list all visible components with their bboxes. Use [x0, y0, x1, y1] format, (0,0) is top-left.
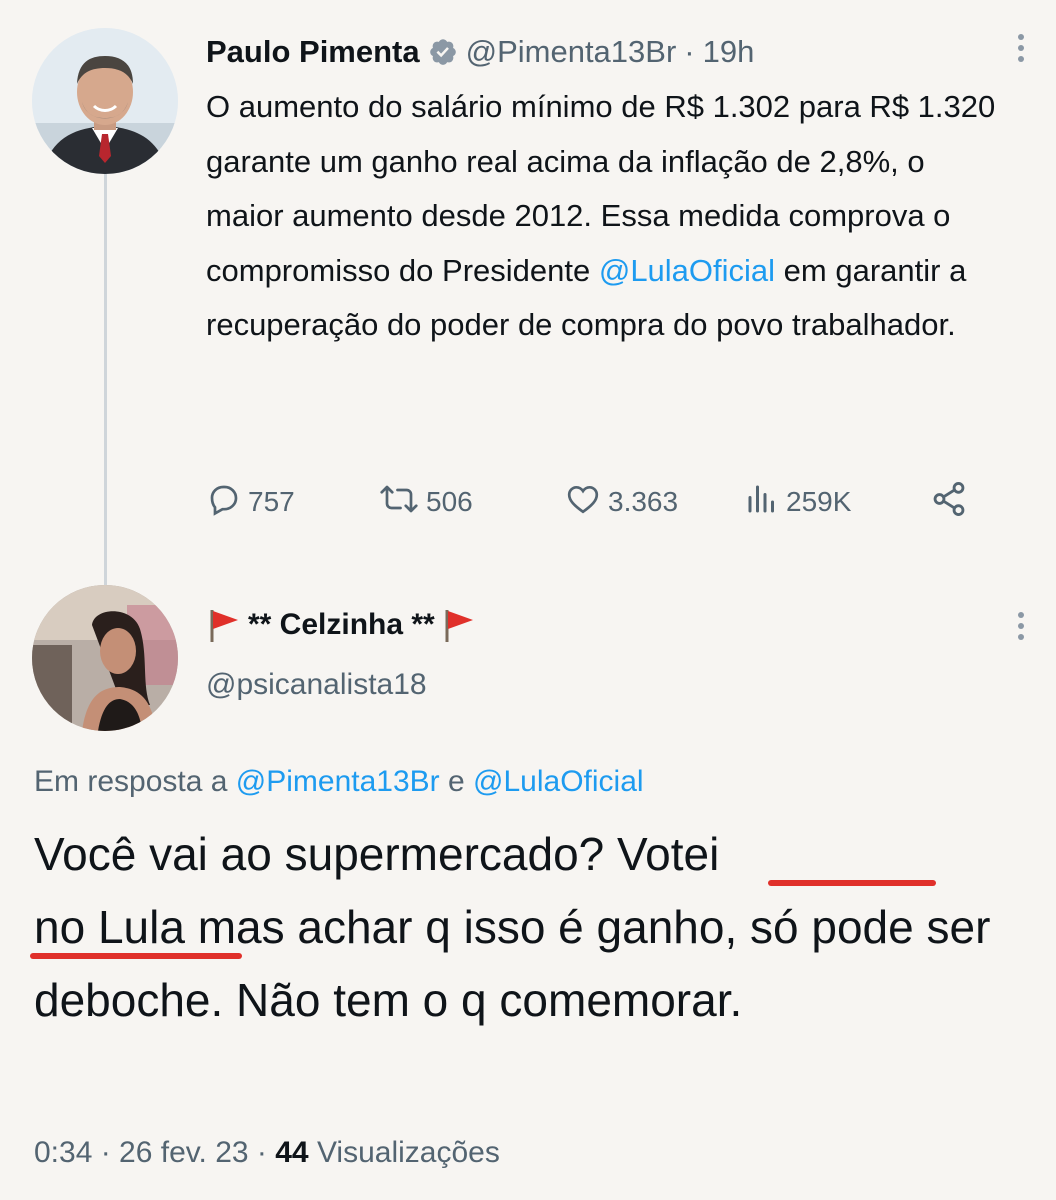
original-tweet[interactable]: Paulo Pimenta @Pimenta13Br · 19h O aumen… — [206, 30, 1026, 353]
red-flag-icon — [441, 606, 477, 644]
views-icon — [744, 481, 786, 524]
avatar-paulo-pimenta[interactable] — [32, 28, 178, 174]
reply-author-name-row[interactable]: ** Celzinha ** — [206, 606, 477, 644]
reply-views-count: 44 — [275, 1136, 309, 1169]
more-icon[interactable] — [1016, 612, 1026, 646]
author-handle[interactable]: @Pimenta13Br — [466, 34, 677, 70]
reply-tweet-text: Você vai ao supermercado? Votei no Lula m… — [34, 828, 991, 1026]
reply-button[interactable]: 757 — [206, 481, 386, 524]
tweet-text: O aumento do salário mínimo de R$ 1.302 … — [206, 89, 996, 342]
retweet-count: 506 — [426, 486, 473, 517]
like-button[interactable]: 3.363 — [564, 481, 744, 524]
reply-author-name: ** Celzinha ** — [248, 608, 435, 641]
reply-author-handle[interactable]: @psicanalista18 — [206, 668, 427, 702]
reply-views-label: Visualizações — [316, 1136, 500, 1169]
reply-timestamp-line: 0:34 · 26 fev. 23 · 44 Visualizações — [34, 1136, 500, 1170]
red-underline-mark — [768, 880, 936, 886]
share-button[interactable] — [929, 480, 975, 525]
reply-icon — [206, 481, 248, 524]
share-icon — [929, 480, 975, 525]
author-name[interactable]: Paulo Pimenta — [206, 34, 420, 70]
replying-to-line: Em resposta a @Pimenta13Br e @LulaOficia… — [34, 765, 644, 798]
like-count: 3.363 — [608, 486, 679, 517]
tweet-action-bar: 757 506 3.363 259K — [206, 480, 996, 524]
thread-connector-line — [104, 170, 107, 585]
tweet-time[interactable]: 19h — [703, 34, 755, 70]
reply-mention-lula[interactable]: @LulaOficial — [473, 765, 644, 798]
reply-timestamp[interactable]: 0:34 · 26 fev. 23 · — [34, 1136, 275, 1169]
verified-badge-icon — [428, 37, 458, 67]
underlined-text-no-lula: no Lula — [34, 901, 185, 953]
retweet-icon — [378, 481, 426, 524]
red-flag-icon — [206, 606, 242, 644]
reply-mention-pimenta[interactable]: @Pimenta13Br — [236, 765, 440, 798]
more-icon[interactable] — [1016, 34, 1026, 68]
views-button[interactable]: 259K — [744, 481, 934, 524]
tweet-header: Paulo Pimenta @Pimenta13Br · 19h — [206, 30, 1026, 74]
avatar-celzinha[interactable] — [32, 585, 178, 731]
red-underline-mark — [30, 953, 242, 959]
underlined-text-votei: Votei — [617, 828, 720, 880]
heart-icon — [564, 481, 608, 524]
retweet-button[interactable]: 506 — [378, 481, 564, 524]
views-count: 259K — [786, 486, 852, 517]
mention-link[interactable]: @LulaOficial — [599, 253, 775, 288]
reply-count: 757 — [248, 486, 295, 517]
separator-dot: · — [684, 34, 695, 69]
